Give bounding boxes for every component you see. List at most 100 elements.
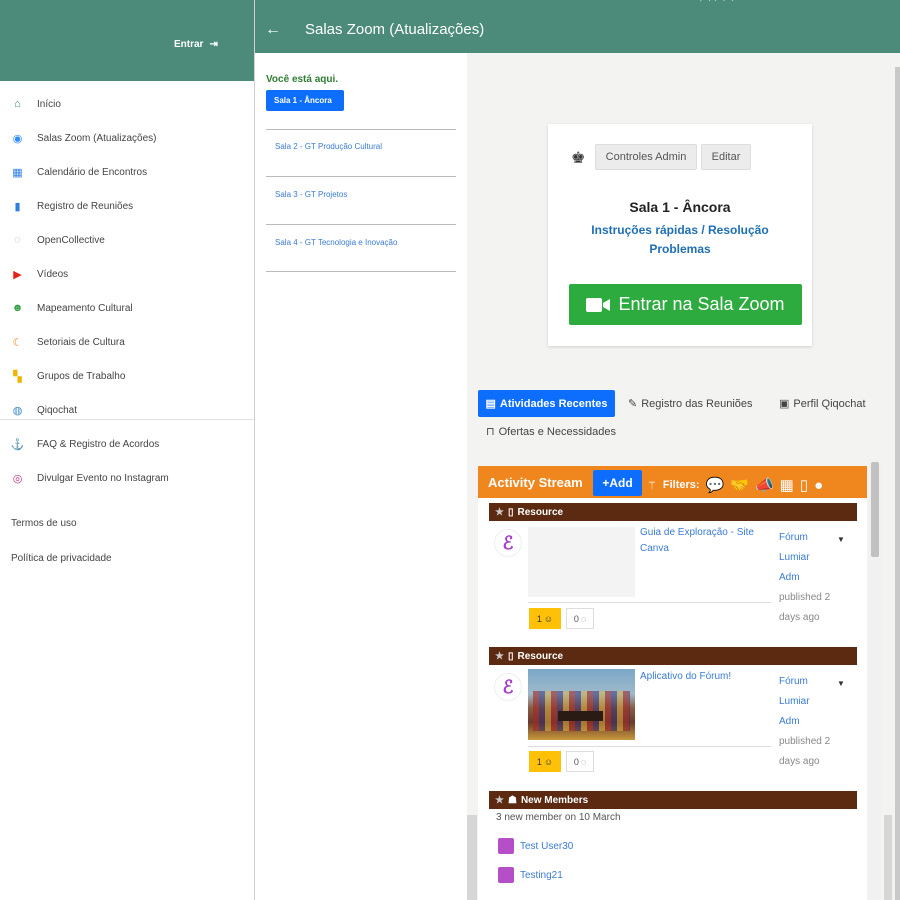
- sidebar-item[interactable]: ⚓ FAQ & Registro de Acordos: [0, 429, 254, 459]
- sidebar-item[interactable]: ☻ Mapeamento Cultural: [0, 293, 254, 323]
- star-icon[interactable]: ★: [495, 507, 504, 518]
- room-active-button[interactable]: Sala 1 - Âncora: [266, 90, 344, 111]
- chat-icon[interactable]: 💬: [706, 476, 725, 494]
- sidebar-item[interactable]: ◎ Divulgar Evento no Instagram: [0, 463, 254, 493]
- room-link-3[interactable]: Sala 3 - GT Projetos: [275, 190, 347, 199]
- join-zoom-button[interactable]: Entrar na Sala Zoom: [569, 284, 802, 325]
- sidebar-item[interactable]: ◉ Salas Zoom (Atualizações): [0, 123, 254, 153]
- sidebar-item[interactable]: ▚ Grupos de Trabalho: [0, 361, 254, 391]
- instagram-icon: ◎: [12, 472, 23, 485]
- add-label: Add: [609, 476, 633, 490]
- tab-offers[interactable]: ⊓ Ofertas e Necessidades: [486, 425, 616, 439]
- sidebar-item-label: Vídeos: [37, 268, 69, 280]
- user-icon[interactable]: ●: [814, 477, 823, 494]
- sidebar-item[interactable]: ▦ Calendário de Encontros: [0, 157, 254, 187]
- breadcrumb-here: Você está aqui.: [266, 74, 339, 85]
- comment-count: 0: [573, 756, 579, 767]
- tab-profile[interactable]: ▣ Perfil Qiqochat: [779, 397, 866, 411]
- member-name[interactable]: Testing21: [520, 870, 563, 881]
- chevron-down-icon[interactable]: ▼: [837, 535, 845, 544]
- sidebar-item-label: Qiqochat: [37, 404, 78, 416]
- sidebar-item[interactable]: ☾ Setoriais de Cultura: [0, 327, 254, 357]
- star-icon[interactable]: ★: [495, 795, 504, 806]
- comment-button[interactable]: 0 ◌: [566, 751, 594, 772]
- tab-profile-label: Perfil Qiqochat: [793, 397, 866, 410]
- like-count: 1: [536, 756, 542, 767]
- member-item[interactable]: Testing21: [498, 867, 563, 883]
- resource-photo[interactable]: [528, 669, 635, 740]
- resource-meta: Fórum Lumiar Adm published 2 days ago: [779, 672, 839, 772]
- new-members-summary: 3 new member on 10 March: [496, 812, 621, 823]
- rooms-column: [255, 53, 467, 900]
- edit-button[interactable]: Editar: [701, 144, 751, 170]
- room-divider: [266, 176, 456, 177]
- newspaper-icon: ▤: [485, 398, 496, 410]
- magic-icon[interactable]: ⚚: [647, 479, 657, 492]
- smile-icon: ☺: [543, 756, 554, 767]
- sidebar-item-label: Salas Zoom (Atualizações): [37, 132, 157, 144]
- comment-button[interactable]: 0 ◌: [566, 608, 594, 629]
- megaphone-icon[interactable]: 📣: [755, 476, 774, 494]
- filters-bar: ⚚ Filters: 💬 🤝 📣 ▦ ▯ ●: [647, 476, 823, 495]
- like-button[interactable]: 1 ☺: [529, 608, 561, 629]
- anchor-icon: ⚓: [10, 438, 25, 451]
- bookmark-icon: ⊓: [486, 426, 495, 438]
- resource-thumbnail[interactable]: [528, 527, 635, 597]
- author-middle[interactable]: Lumiar: [779, 548, 839, 568]
- room-link-4[interactable]: Sala 4 - GT Tecnologia e Inovação: [275, 238, 397, 247]
- avatar[interactable]: ℰ: [494, 529, 522, 557]
- edit-icon: ✎: [628, 398, 638, 410]
- zoom-icon: ◉: [12, 132, 23, 145]
- author-first[interactable]: Fórum: [779, 528, 839, 548]
- sidebar-item-label: Calendário de Encontros: [37, 166, 148, 178]
- section-title: Resource: [517, 506, 564, 518]
- admin-controls-button[interactable]: Controles Admin: [595, 144, 697, 170]
- tab-meetings-label: Registro das Reuniões: [641, 397, 753, 410]
- tab-recent-activity[interactable]: ▤ Atividades Recentes: [478, 390, 615, 417]
- users-icon: ☗: [507, 794, 517, 806]
- member-avatar: [498, 867, 514, 883]
- author-last[interactable]: Adm: [779, 712, 839, 732]
- stream-scrollbar[interactable]: [871, 462, 879, 557]
- chevron-down-icon[interactable]: ▼: [837, 679, 845, 688]
- photo-banner: [558, 711, 603, 721]
- tab-meetings[interactable]: ✎ Registro das Reuniões: [628, 397, 753, 411]
- author-first[interactable]: Fórum: [779, 672, 839, 692]
- page-scrollbar[interactable]: [895, 67, 900, 900]
- file-small-icon: ▯: [507, 650, 514, 662]
- add-button[interactable]: + Add: [593, 470, 642, 496]
- comment-icon: ◌: [580, 756, 587, 767]
- like-button[interactable]: 1 ☺: [529, 751, 561, 772]
- like-count: 1: [536, 613, 542, 624]
- room-link-2[interactable]: Sala 2 - GT Produção Cultural: [275, 142, 382, 151]
- author-last[interactable]: Adm: [779, 568, 839, 588]
- resource-meta: Fórum Lumiar Adm published 2 days ago: [779, 528, 839, 628]
- privacy-link[interactable]: Política de privacidade: [11, 553, 112, 564]
- sidebar-item[interactable]: ⌂ Início: [0, 89, 254, 119]
- sidebar-item[interactable]: ◍ Qiqochat: [0, 395, 254, 425]
- sidebar-item[interactable]: ▮ Registro de Reuniões: [0, 191, 254, 221]
- instructions-link[interactable]: Instruções rápidas / Resolução Problemas: [580, 221, 780, 259]
- calendar-filter-icon[interactable]: ▦: [780, 476, 794, 494]
- terms-link[interactable]: Termos de uso: [11, 518, 77, 529]
- member-name[interactable]: Test User30: [520, 841, 573, 852]
- tab-recent-label: Atividades Recentes: [499, 397, 608, 410]
- file-icon[interactable]: ▯: [800, 476, 808, 494]
- sidebar-item[interactable]: ▶ Vídeos: [0, 259, 254, 289]
- login-label: Entrar: [174, 39, 204, 50]
- resource-title-link[interactable]: Guia de Exploração - Site Canva: [640, 525, 770, 557]
- handshake-icon[interactable]: 🤝: [730, 476, 749, 494]
- back-arrow-icon[interactable]: ←: [265, 21, 281, 39]
- author-middle[interactable]: Lumiar: [779, 692, 839, 712]
- sidebar-item[interactable]: ◌ OpenCollective: [0, 225, 254, 255]
- resource-title-link[interactable]: Aplicativo do Fórum!: [640, 669, 770, 685]
- sidebar-item-label: Setoriais de Cultura: [37, 336, 125, 348]
- section-title: New Members: [520, 794, 589, 806]
- room-divider: [266, 129, 456, 130]
- avatar[interactable]: ℰ: [494, 673, 522, 701]
- login-link[interactable]: Entrar ⇥: [174, 39, 218, 50]
- opencollective-icon: ◌: [14, 234, 21, 246]
- star-icon[interactable]: ★: [495, 651, 504, 662]
- members-section-header: ★ ☗ New Members: [489, 791, 857, 809]
- member-item[interactable]: Test User30: [498, 838, 573, 854]
